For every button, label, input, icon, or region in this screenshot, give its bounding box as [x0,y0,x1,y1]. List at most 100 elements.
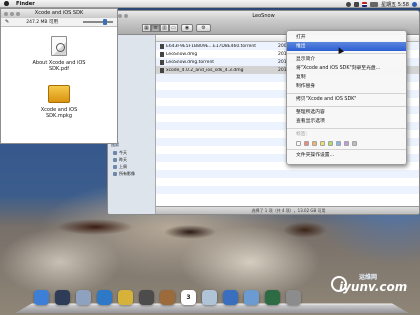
images-icon [113,171,117,176]
sidebar-item-today[interactable]: 今天 [113,150,155,155]
safari-icon[interactable] [97,290,112,305]
watermark-text: iyunv.com [339,280,408,294]
menu-separator [287,92,406,94]
file-name: E643F9E5F1B809E...E17D8E460.torrent [166,43,257,49]
sidebar-item-label: 今天 [119,149,127,155]
file-label: About Xcode and iOS SDK.pdf [32,60,86,72]
icon-view-button[interactable]: ▦ [142,23,151,32]
free-space: 247.2 MB 可用 [26,19,58,25]
label-orange[interactable] [312,140,317,146]
watermark-logo: 运维网 iyunv.com [331,272,411,300]
status-area: 星期五 5:58 [346,0,417,8]
disk-info-bar: ✎ 247.2 MB 可用 [1,18,117,27]
dashboard-icon[interactable] [55,290,70,305]
finder-icon[interactable] [34,290,49,305]
minimize-button[interactable] [10,11,14,16]
itunes-icon[interactable] [223,290,238,305]
window-title: LeoSnow [252,13,275,19]
label-purple[interactable] [344,140,349,146]
flag-icon[interactable] [362,1,368,7]
clock-icon [113,150,117,155]
label-color-picker [287,139,406,147]
facetime-icon[interactable] [139,290,154,305]
disk-window: Xcode and iOS SDK ✎ 247.2 MB 可用 About Xc… [0,8,118,144]
menu-separator [287,148,406,150]
sidebar-item-label: 所有影像 [119,170,135,176]
clock[interactable]: 星期五 5:58 [381,1,409,8]
file-name: LeoSnow.dmg.torrent [166,59,215,65]
disk-window-titlebar[interactable]: Xcode and iOS SDK [1,9,117,18]
mail-icon[interactable] [76,290,91,305]
list-view-button[interactable]: ≡ [151,23,160,32]
label-none[interactable] [296,140,301,146]
icon-size-slider[interactable] [82,19,113,25]
menu-item-view-options[interactable]: 查看显示选项 [287,117,406,126]
action-button[interactable]: ⚙ [196,23,211,32]
close-button[interactable] [4,11,8,16]
preview-icon[interactable] [202,290,217,305]
finder-titlebar[interactable]: LeoSnow [108,11,419,21]
system-preferences-icon[interactable] [286,290,301,305]
battery-icon[interactable] [370,1,379,7]
label-gray[interactable] [352,140,357,146]
label-blue[interactable] [336,140,341,146]
sidebar-item-last-week[interactable]: 上周 [113,164,155,169]
quick-look-button[interactable]: ◉ [181,23,193,32]
pdf-document-icon [51,36,67,56]
clock-icon [113,157,117,162]
apple-menu-icon[interactable] [4,1,9,6]
pdf-file-item[interactable]: About Xcode and iOS SDK.pdf [28,36,90,72]
menu-item-make-alias[interactable]: 制作替身 [287,82,406,91]
menu-item-eject[interactable]: 推出 [287,42,406,51]
file-icon [160,51,164,57]
sidebar-item-label: 上周 [119,163,127,169]
label-yellow[interactable] [320,140,325,146]
address-book-icon[interactable] [160,290,175,305]
disk-window-title: Xcode and iOS SDK [34,10,84,16]
ichat-icon[interactable] [118,290,133,305]
column-view-button[interactable]: ▥ [160,23,169,32]
menu-item-clean-up[interactable]: 整理所选内容 [287,108,406,117]
menu-separator [287,105,406,107]
iphoto-icon[interactable] [244,290,259,305]
zoom-button[interactable] [124,14,128,18]
time-machine-icon[interactable] [265,290,280,305]
file-icon [160,67,164,73]
view-switcher: ▦ ≡ ▥ ▭ [142,23,178,32]
menu-item-duplicate[interactable]: 复制 [287,73,406,82]
menu-item-get-info[interactable]: 显示简介 [287,55,406,64]
app-menu-finder[interactable]: Finder [16,1,35,7]
menu-item-copy[interactable]: 拷贝"Xcode and iOS SDK" [287,95,406,104]
zoom-button[interactable] [16,11,20,16]
pin-icon: ✎ [5,18,10,25]
file-name: xcode_4.0.2_and_ios_sdk_4.3.dmg [166,67,244,73]
menu-separator [287,52,406,54]
installer-package-icon [48,85,70,103]
clock-icon [113,164,117,169]
cover-flow-button[interactable]: ▭ [169,23,178,32]
file-label: Xcode and iOS SDK.mpkg [40,107,78,119]
search-icon[interactable] [412,1,417,7]
empty-row [156,170,419,178]
status-bar: 选择了 1 项（共 4 项），13.02 GB 可用 [156,206,419,214]
sidebar-item-all-images[interactable]: 所有影像 [113,171,155,176]
empty-row [156,186,419,194]
sidebar-item-yesterday[interactable]: 昨天 [113,157,155,162]
menu-item-open[interactable]: 打开 [287,33,406,42]
menu-separator [287,127,406,129]
empty-row [156,178,419,186]
menu-label-heading: 标签： [296,132,311,137]
label-red[interactable] [304,140,309,146]
menu-item-folder-actions[interactable]: 文件夹操作设置... [287,151,406,160]
empty-row [156,194,419,202]
file-icon [160,59,164,65]
label-green[interactable] [328,140,333,146]
installer-package-item[interactable]: Xcode and iOS SDK.mpkg [28,85,90,119]
minimize-button[interactable] [118,14,122,18]
file-name: LeoSnow.dmg [166,51,198,57]
ical-icon[interactable]: 3 [181,290,196,305]
menu-item-burn-to-disc[interactable]: 将"Xcode and iOS SDK"刻录至光盘... [287,64,406,73]
file-icon [160,43,164,49]
wifi-icon[interactable] [346,1,352,7]
volume-icon[interactable] [354,1,360,7]
